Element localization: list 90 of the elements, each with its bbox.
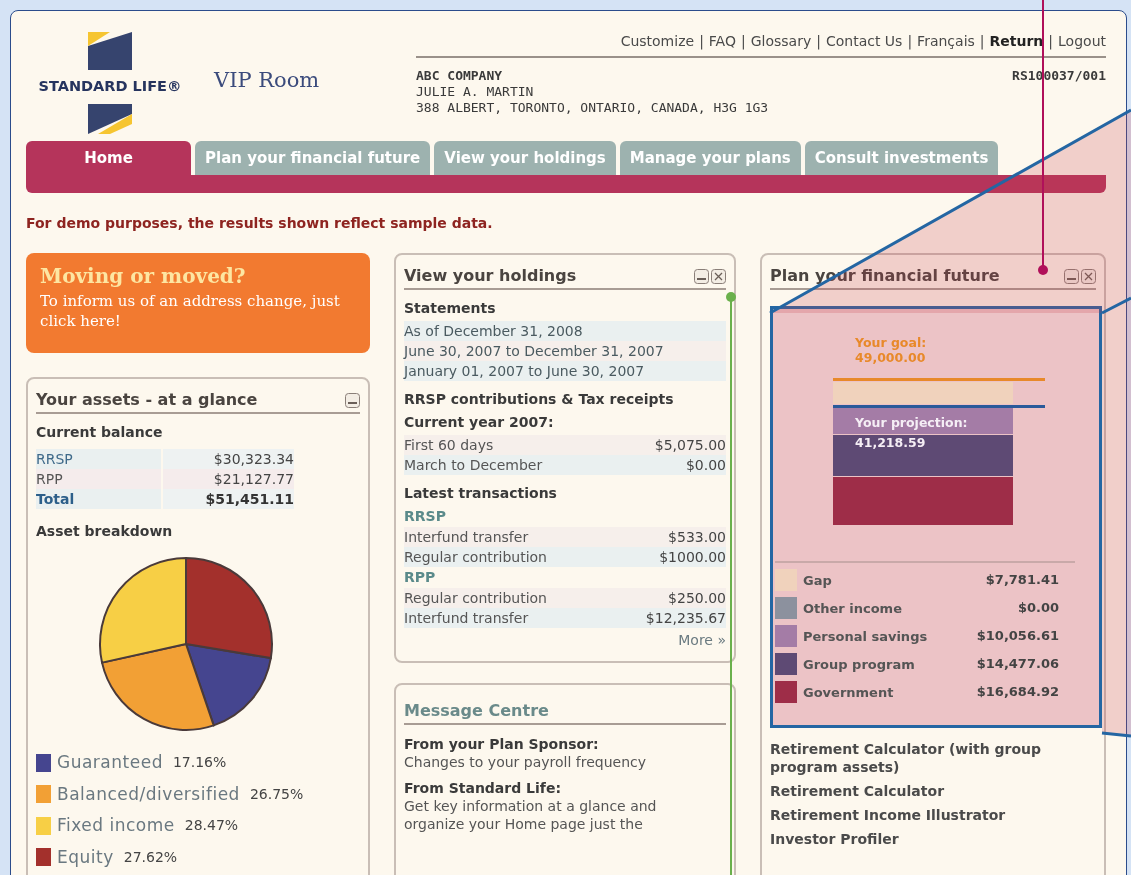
legend-label: Group program [803,656,916,672]
transaction-amount: $12,235.67 [645,609,726,628]
message-text: organize your Home page just the [404,815,644,833]
member-address: 388 ALBERT, TORONTO, ONTARIO, CANADA, H3G 1G3 [416,100,769,116]
legend-label: Personal savings [803,628,929,644]
tool-link[interactable]: Retirement Calculator [770,782,1096,800]
plan-type-heading: RRSP [404,507,447,526]
minimize-icon[interactable] [1064,269,1079,284]
logo-upper-icon [88,32,132,71]
section-heading: Statements [404,299,497,318]
legend-label: Fixed income [57,814,175,837]
product-name: VIP Room [214,67,320,95]
minimize-icon[interactable] [694,269,709,284]
tool-link[interactable]: Retirement Calculator (with group program assets) [770,740,1096,776]
legend-amount: $10,056.61 [975,627,1060,646]
legend-label: Equity [57,845,114,869]
balance-amount: $51,451.11 [163,489,294,509]
legend-amount: $7,781.41 [984,571,1060,590]
banner-text: To inform us of an address change, just click here! [40,291,341,331]
transaction-label: Regular contribution [404,589,547,608]
balance-label: RRSP [36,449,161,469]
legend-label: Guaranteed [57,751,163,774]
stacked-bar-drawing: Your goal: 49,000.00 Your projection: 41,218.59 [833,327,1045,527]
banner-title: Moving or moved? [40,263,247,289]
panel-title: View your holdings [404,265,577,287]
message-text: Get key information at a glance and [404,797,658,815]
legend-value: 27.62% [123,847,178,867]
message-source: From Standard Life: [404,779,562,797]
header-link[interactable]: Contact Us [825,31,903,52]
link-separator: | [699,32,704,52]
company-name: ABC COMPANY [416,68,504,84]
transaction-label: Interfund transfer [404,609,529,628]
header-link[interactable]: FAQ [708,31,736,52]
legend-label: Government [803,684,895,700]
legend-label: Balanced/diversified [57,782,240,806]
section-heading: RRSP contributions & Tax receipts [404,390,675,409]
link-separator: | [816,32,821,52]
transaction-label: First 60 days [404,436,494,455]
section-heading: Current year 2007: [404,413,555,432]
statement-link[interactable]: January 01, 2007 to June 30, 2007 [404,361,726,381]
link-separator: | [979,32,985,52]
header-link[interactable]: Français [917,31,975,52]
legend-value: 26.75% [249,784,304,804]
message-text: Changes to your payroll frequency [404,753,647,771]
close-icon[interactable] [711,269,726,284]
link-separator: | [907,32,913,52]
statement-link[interactable]: June 30, 2007 to December 31, 2007 [404,341,726,361]
header-link[interactable]: Customize [620,31,695,52]
transaction-amount: $533.00 [668,528,726,547]
message-source: From your Plan Sponsor: [404,735,600,753]
brand-name: STANDARD LIFE® [38,77,182,97]
close-icon[interactable] [1081,269,1096,284]
panel-title: Your assets - at a glance [36,389,258,411]
member-name: JULIE A. MARTIN [416,84,535,100]
section-heading: Latest transactions [404,484,558,503]
legend-amount: $16,684.92 [975,683,1060,702]
demo-notice: For demo purposes, the results shown reflect sample data. [26,214,494,233]
minimize-icon[interactable] [345,393,360,408]
transaction-label: March to December [404,456,543,475]
header-link[interactable]: Return [989,31,1044,52]
link-separator: | [740,32,746,52]
header-link[interactable]: Logout [1058,31,1106,52]
tool-link[interactable]: Investor Profiler [770,830,1096,848]
transaction-amount: $250.00 [668,589,726,608]
transaction-amount: $0.00 [685,456,726,475]
legend-amount: $0.00 [1016,599,1060,618]
tool-link[interactable]: Retirement Income Illustrator [770,806,1096,824]
legend-amount: $14,477.06 [975,655,1060,674]
transaction-amount: $5,075.00 [654,436,726,455]
link-separator: | [1048,32,1054,52]
section-heading: Current balance [36,423,164,442]
legend-value: 28.47% [184,816,239,836]
legend-value: 17.16% [172,753,227,773]
legend-label: Other income [803,600,903,616]
panel-title: Message Centre [404,701,549,720]
balance-label: Total [36,489,161,509]
plan-type-heading: RPP [404,568,437,587]
logo-lower-icon [88,103,132,134]
legend-label: Gap [803,572,833,588]
balance-amount: $30,323.34 [163,449,294,469]
balance-label: RPP [36,469,161,489]
balance-amount: $21,127.77 [163,469,294,489]
more-link[interactable]: More » [678,630,726,651]
transaction-label: Interfund transfer [404,528,529,547]
section-heading: Asset breakdown [36,522,174,541]
transaction-amount: $1000.00 [659,548,726,567]
header-link[interactable]: Glossary [750,31,812,52]
transaction-label: Regular contribution [404,548,547,567]
statement-link[interactable]: As of December 31, 2008 [404,321,726,341]
nav-tab[interactable]: Home [26,141,191,175]
